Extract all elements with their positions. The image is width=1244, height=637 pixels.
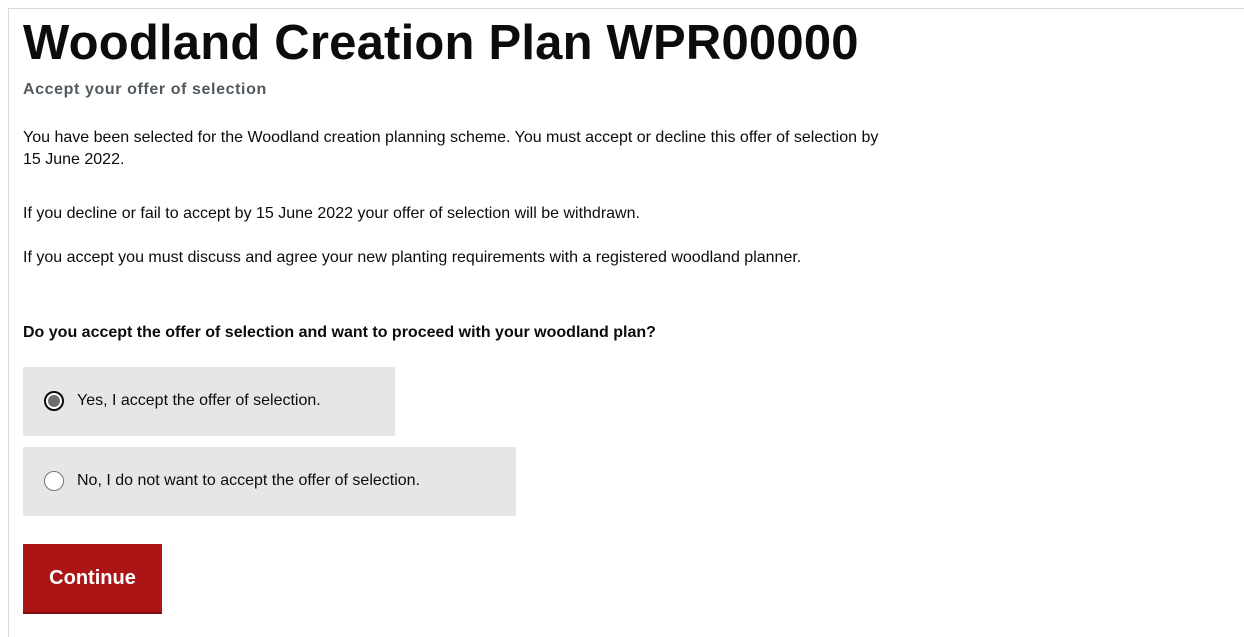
accept-offer-option[interactable]: Yes, I accept the offer of selection. bbox=[23, 367, 395, 436]
main-content: Woodland Creation Plan WPR00000 Accept y… bbox=[23, 14, 923, 612]
page-subtitle: Accept your offer of selection bbox=[23, 81, 267, 98]
decline-warning-paragraph: If you decline or fail to accept by 15 J… bbox=[23, 205, 640, 222]
planner-requirement-paragraph: If you accept you must discuss and agree… bbox=[23, 249, 802, 266]
offer-question: Do you accept the offer of selection and… bbox=[23, 324, 656, 341]
page-title: Woodland Creation Plan WPR00000 bbox=[23, 16, 859, 70]
intro-paragraph: You have been selected for the Woodland … bbox=[23, 129, 879, 168]
accept-option-label[interactable]: Yes, I accept the offer of selection. bbox=[77, 391, 321, 411]
decline-offer-option[interactable]: No, I do not want to accept the offer of… bbox=[23, 447, 516, 516]
accept-radio-button[interactable] bbox=[44, 391, 64, 411]
continue-button[interactable]: Continue bbox=[23, 544, 162, 612]
decline-radio-button[interactable] bbox=[44, 471, 64, 491]
decline-option-label[interactable]: No, I do not want to accept the offer of… bbox=[77, 471, 420, 491]
